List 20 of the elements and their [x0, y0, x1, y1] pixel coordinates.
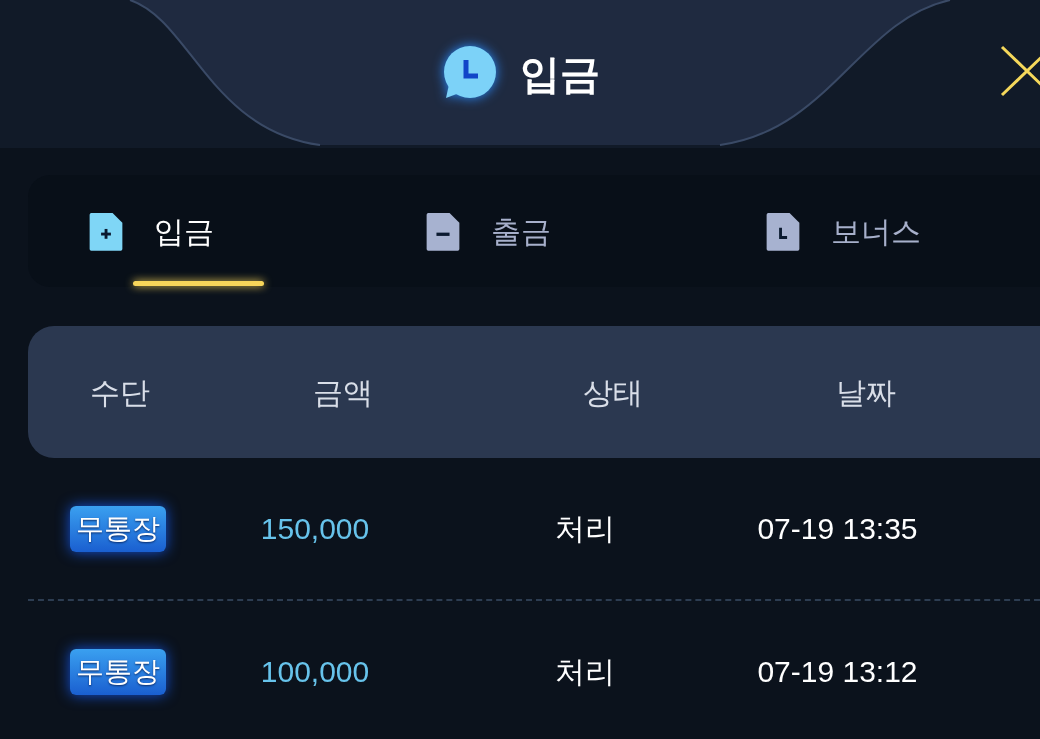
minus-document-icon — [425, 211, 462, 251]
tab[interactable]: 입금 — [28, 175, 366, 287]
method-badge: 무통장 — [70, 649, 166, 695]
clock-document-icon — [764, 211, 801, 251]
status-text: 처리 — [555, 512, 615, 545]
method-badge: 무통장 — [70, 506, 166, 552]
column-header: 날짜 — [835, 375, 896, 409]
window-title: 입금 — [520, 51, 600, 98]
date-text: 07-19 13:35 — [757, 512, 918, 545]
status-text: 처리 — [555, 655, 615, 688]
amount-text: 150,000 — [260, 512, 370, 545]
column-header: 금액 — [313, 375, 373, 409]
amount-text: 100,000 — [260, 655, 370, 688]
tab[interactable]: 출금 — [365, 175, 703, 287]
plus-document-icon — [88, 211, 124, 251]
tab[interactable]: 보너스 — [702, 175, 1040, 287]
column-header: 상태 — [583, 375, 643, 409]
date-text: 07-19 13:12 — [757, 655, 918, 688]
close-icon[interactable] — [1000, 45, 1040, 97]
column-header: 수단 — [90, 375, 150, 409]
